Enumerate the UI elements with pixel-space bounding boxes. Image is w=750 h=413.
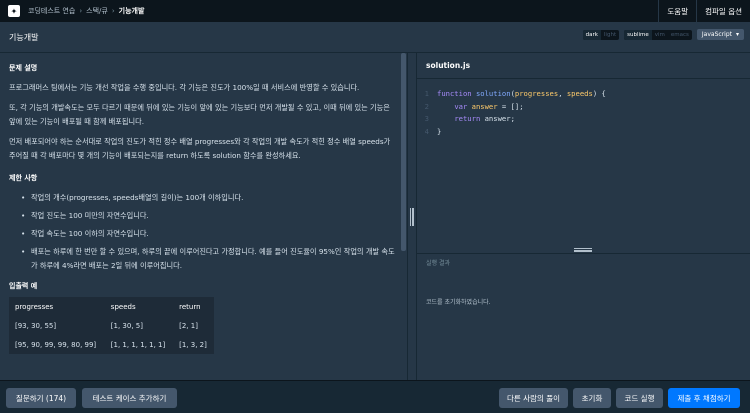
list-item: 작업 속도는 100 이하의 자연수입니다. xyxy=(21,227,398,241)
line-number: 3 xyxy=(424,114,429,123)
table-cell: [1, 1, 1, 1, 1, 1] xyxy=(110,340,166,349)
drag-handle-icon[interactable] xyxy=(410,208,415,226)
bottom-toolbar: 질문하기 (174) 테스트 케이스 추가하기 다른 사람의 풀이 초기화 코드… xyxy=(0,380,750,413)
compile-options-menu[interactable]: 컴파일 옵션 xyxy=(696,0,750,22)
result-output: 코드를 초기화하였습니다. xyxy=(417,270,750,380)
run-code-button[interactable]: 코드 실행 xyxy=(616,388,663,408)
reset-button[interactable]: 초기화 xyxy=(573,388,611,408)
table-header-row: progresses speeds return xyxy=(9,297,214,316)
table-cell: [95, 90, 99, 99, 80, 99] xyxy=(15,340,97,349)
keymap-emacs-button[interactable]: emacs xyxy=(668,30,692,40)
breadcrumb: 코딩테스트 연습 › 스택/큐 › 기능개발 xyxy=(28,6,144,16)
language-select-value: JavaScript xyxy=(701,31,732,38)
code-line: 1 function solution(progresses, speeds) … xyxy=(417,88,750,101)
line-number: 1 xyxy=(424,89,429,98)
line-number: 2 xyxy=(424,101,429,111)
language-select[interactable]: JavaScript ▾ xyxy=(696,29,744,40)
description-scrollbar[interactable] xyxy=(401,53,406,251)
keymap-sublime-button[interactable]: sublime xyxy=(624,29,652,40)
color-theme-toggle: dark light xyxy=(582,29,620,40)
io-example-table: progresses speeds return [93, 30, 55] [1… xyxy=(9,297,214,354)
breadcrumb-chevron-icon: › xyxy=(79,7,83,15)
code-line: 3 return answer; xyxy=(417,113,750,126)
list-item: 배포는 하루에 한 번만 할 수 있으며, 하루의 끝에 이루어진다고 가정합니… xyxy=(21,245,398,273)
description-paragraph: 먼저 배포되어야 하는 순서대로 작업의 진도가 적힌 정수 배열 progre… xyxy=(9,137,391,160)
table-cell: [1, 30, 5] xyxy=(110,321,143,330)
code-line: 2 var answer = []; xyxy=(417,101,750,114)
submit-button[interactable]: 제출 후 채점하기 xyxy=(668,388,740,408)
theme-dark-button[interactable]: dark xyxy=(582,29,601,40)
table-header-cell: return xyxy=(179,302,201,311)
list-item: 작업의 개수(progresses, speeds배열의 길이)는 100개 이… xyxy=(21,191,398,205)
resize-handle-icon[interactable] xyxy=(574,248,592,253)
editor-panel: solution.js 1 function solution(progress… xyxy=(417,53,750,380)
line-number: 4 xyxy=(424,126,429,136)
result-message: 코드를 초기화하였습니다. xyxy=(426,299,491,306)
table-cell: [1, 3, 2] xyxy=(179,340,207,349)
section-heading-io: 입출력 예 xyxy=(9,282,38,290)
section-heading-description: 문제 설명 xyxy=(9,64,38,72)
file-tab-solution[interactable]: solution.js xyxy=(417,53,750,79)
keymap-toggle: sublime vim emacs xyxy=(624,29,692,40)
table-row: [95, 90, 99, 99, 80, 99] [1, 1, 1, 1, 1,… xyxy=(9,335,214,354)
keymap-vim-button[interactable]: vim xyxy=(652,30,668,40)
table-header-cell: progresses xyxy=(15,302,54,311)
questions-button[interactable]: 질문하기 (174) xyxy=(6,388,76,408)
list-item: 작업 진도는 100 미만의 자연수입니다. xyxy=(21,209,398,223)
result-header: 실행 결과 xyxy=(417,253,750,270)
breadcrumb-item-current: 기능개발 xyxy=(118,7,145,15)
limits-list: 작업의 개수(progresses, speeds배열의 길이)는 100개 이… xyxy=(9,191,398,273)
code-line: 4 } xyxy=(417,126,750,139)
theme-light-button[interactable]: light xyxy=(601,30,619,40)
description-paragraph: 또, 각 기능의 개발속도는 모두 다르기 때문에 뒤에 있는 기능이 앞에 있… xyxy=(9,103,390,126)
table-row: [93, 30, 55] [1, 30, 5] [2, 1] xyxy=(9,316,214,335)
table-header-cell: speeds xyxy=(110,302,136,311)
breadcrumb-item-stack-queue[interactable]: 스택/큐 xyxy=(86,6,108,16)
description-paragraph: 프로그래머스 팀에서는 기능 개선 작업을 수행 중입니다. 각 기능은 진도가… xyxy=(9,83,360,92)
editor-options: dark light sublime vim emacs JavaScript … xyxy=(582,29,744,40)
breadcrumb-chevron-icon: › xyxy=(111,7,115,15)
add-test-case-button[interactable]: 테스트 케이스 추가하기 xyxy=(82,388,177,408)
breadcrumb-item-coding-test[interactable]: 코딩테스트 연습 xyxy=(28,6,75,16)
help-menu[interactable]: 도움말 xyxy=(658,0,696,22)
page-title: 기능개발 xyxy=(9,32,39,42)
other-solutions-button[interactable]: 다른 사람의 풀이 xyxy=(499,388,568,408)
table-cell: [2, 1] xyxy=(179,321,198,330)
table-cell: [93, 30, 55] xyxy=(15,321,57,330)
chevron-down-icon: ▾ xyxy=(735,31,739,38)
programmers-logo-icon[interactable]: ✦ xyxy=(8,5,20,17)
problem-description-panel: 문제 설명 프로그래머스 팀에서는 기능 개선 작업을 수행 중입니다. 각 기… xyxy=(0,53,407,380)
top-navbar: ✦ 코딩테스트 연습 › 스택/큐 › 기능개발 도움말 컴파일 옵션 xyxy=(0,0,750,22)
section-heading-limits: 제한 사항 xyxy=(9,174,38,182)
